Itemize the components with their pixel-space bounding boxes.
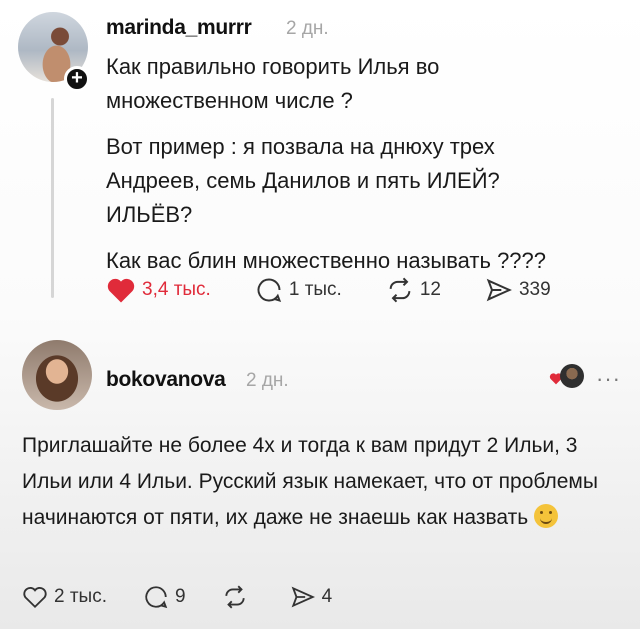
post-actions: 3,4 тыс. 1 тыс. 12 339 [106,276,595,304]
send-icon [291,586,315,608]
reply-text: Приглашайте не более 4х и тогда к вам пр… [22,434,598,529]
reply-repost-button[interactable] [222,584,254,610]
reply-text-container: Приглашайте не более 4х и тогда к вам пр… [22,428,622,536]
repost-button[interactable]: 12 [386,276,441,304]
reply-avatar[interactable] [22,340,92,410]
reply-like-button[interactable]: 2 тыс. [22,585,107,609]
post-username[interactable]: marinda_murrr [106,16,252,40]
send-icon [486,278,512,302]
post-paragraph: Вот пример : я позвала на днюху трех Анд… [106,134,500,227]
reply-share-count: 4 [321,586,333,607]
comment-icon [145,586,168,609]
post-time: 2 дн. [286,18,329,39]
repost-icon [389,277,411,303]
thread-line [51,98,54,298]
like-count: 3,4 тыс. [142,279,211,300]
more-options-button[interactable]: ··· [596,366,621,392]
reply-comment-button[interactable]: 9 [143,584,186,610]
repost-count: 12 [419,279,441,300]
post-paragraph: Как правильно говорить Илья во множестве… [106,54,440,113]
repost-icon [224,585,245,609]
heart-filled-icon [107,278,135,303]
comment-button[interactable]: 1 тыс. [255,276,342,304]
reply-actions: 2 тыс. 9 4 [22,584,376,610]
follow-plus-icon[interactable]: + [64,66,90,92]
thread-post: + marinda_murrr 2 дн. Как правильно гово… [0,0,640,330]
grinning-emoji-icon [534,504,559,528]
post-text: Как правильно говорить Илья во множестве… [106,50,626,290]
heart-outline-icon [23,586,47,609]
post-paragraph: Как вас блин множественно называть ???? [106,248,547,273]
like-button[interactable]: 3,4 тыс. [106,276,211,304]
comment-count: 1 тыс. [288,279,342,300]
share-count: 339 [518,279,551,300]
reply-time: 2 дн. [246,370,289,391]
reply-share-button[interactable]: 4 [290,584,333,610]
share-button[interactable]: 339 [485,276,551,304]
author-avatar-mini [560,364,584,388]
comment-icon [257,278,281,302]
reply-username[interactable]: bokovanova [106,368,226,392]
reply-like-count: 2 тыс. [54,586,107,607]
reply-comment-count: 9 [174,586,186,607]
